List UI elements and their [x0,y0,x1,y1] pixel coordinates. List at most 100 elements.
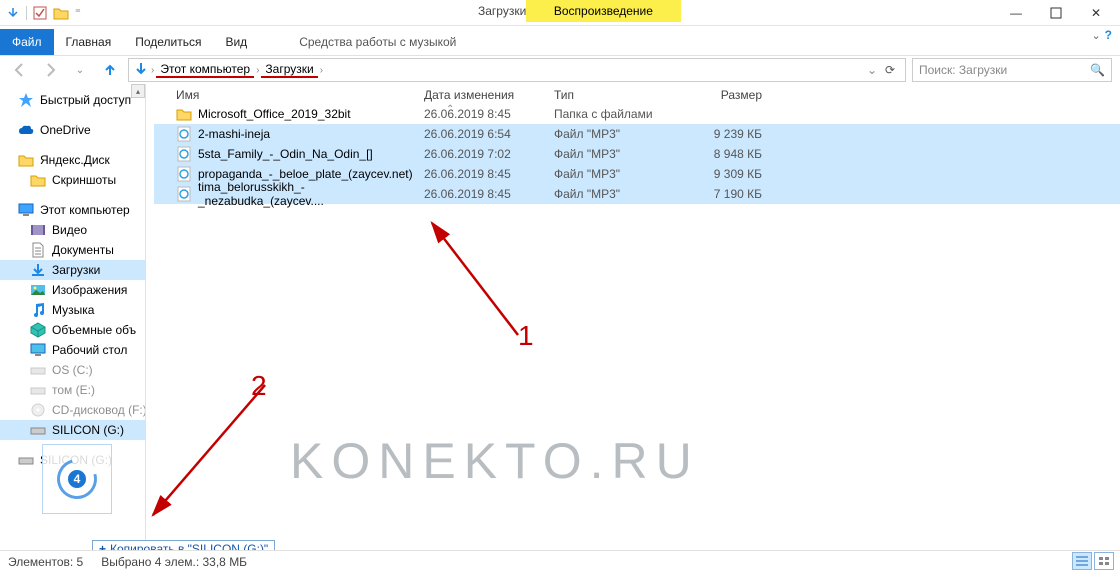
close-button[interactable]: ✕ [1076,0,1116,26]
breadcrumb-downloads[interactable]: Загрузки [261,62,317,78]
annotation-number-1: 1 [518,320,534,352]
file-type: Файл "MP3" [554,147,682,161]
nav-label: Быстрый доступ [40,93,131,107]
window-title: Загрузки [478,4,526,18]
refresh-button[interactable]: ⟳ [879,63,901,77]
cloud-icon [18,122,34,138]
nav-downloads[interactable]: Загрузки [0,260,145,280]
nav-label: Загрузки [52,263,100,277]
column-name[interactable]: Имя [176,88,424,102]
nav-scroll-up[interactable]: ▴ [131,84,145,98]
address-bar-row: ⌄ › Этот компьютер › Загрузки › ⌄ ⟳ Поис… [0,56,1120,84]
chevron-right-icon[interactable]: › [320,65,323,76]
ribbon-tabs: Файл Главная Поделиться Вид Средства раб… [0,26,1120,56]
view-icons-button[interactable] [1094,552,1114,570]
nav-forward-button[interactable] [38,58,62,82]
search-box[interactable]: Поиск: Загрузки 🔍 [912,58,1112,82]
nav-documents[interactable]: Документы [0,240,145,260]
nav-label: Видео [52,223,87,237]
view-details-button[interactable] [1072,552,1092,570]
file-type: Файл "MP3" [554,167,682,181]
breadcrumb-pc[interactable]: Этот компьютер [156,62,254,78]
contextual-tab-label: Воспроизведение [526,0,681,22]
file-row[interactable]: 2-mashi-ineja26.06.2019 6:54Файл "MP3"9 … [154,124,1120,144]
file-size: 7 190 КБ [682,187,762,201]
title-bar: ⁼ Воспроизведение Загрузки — ✕ [0,0,1120,26]
sort-indicator-icon: ⌃ [446,104,454,115]
checkbox-icon[interactable] [33,6,47,20]
drive-icon [30,382,46,398]
breadcrumb[interactable]: › Этот компьютер › Загрузки › ⌄ ⟳ [128,58,906,82]
nav-drive-c[interactable]: OS (C:) [0,360,145,380]
tab-music-tools[interactable]: Средства работы с музыкой [287,29,468,55]
nav-label: CD-дисковод (F:) [52,403,145,417]
nav-screenshots[interactable]: Скриншоты [0,170,145,190]
annotation-number-2: 2 [251,370,267,402]
nav-quick-access[interactable]: Быстрый доступ [0,90,145,110]
column-headers[interactable]: Имя Дата изменения Тип Размер [146,84,1120,104]
chevron-right-icon[interactable]: › [256,65,259,76]
nav-drive-silicon-target[interactable]: SILICON (G:) [0,420,145,440]
minimize-button[interactable]: — [996,0,1036,26]
monitor-icon [18,202,34,218]
nav-dvd-f[interactable]: CD-дисковод (F:) [0,400,145,420]
qat-overflow-icon[interactable]: ⁼ [75,6,81,19]
file-row[interactable]: 5sta_Family_-_Odin_Na_Odin_[] 26.06.2019 … [154,144,1120,164]
nav-drive-e[interactable]: том (E:) [0,380,145,400]
status-bar: Элементов: 5 Выбрано 4 элем.: 33,8 МБ [0,550,1120,572]
tab-home[interactable]: Главная [54,29,124,55]
disc-icon [30,402,46,418]
folder-icon [18,152,34,168]
chevron-down-icon[interactable]: ⌄ [1091,29,1100,42]
file-type: Папка с файлами [554,107,682,121]
nav-video[interactable]: Видео [0,220,145,240]
nav-music[interactable]: Музыка [0,300,145,320]
file-date: 26.06.2019 7:02 [424,147,554,161]
file-row[interactable]: Microsoft_Office_2019_32bit26.06.2019 8:… [154,104,1120,124]
music-icon [30,302,46,318]
file-date: 26.06.2019 8:45 [424,107,554,121]
file-type: Файл "MP3" [554,127,682,141]
status-item-count: Элементов: 5 [8,555,83,569]
quick-access-toolbar: ⁼ [0,0,87,25]
nav-desktop[interactable]: Рабочий стол [0,340,145,360]
tab-share[interactable]: Поделиться [123,29,213,55]
nav-3d-objects[interactable]: Объемные объ [0,320,145,340]
column-type[interactable]: Тип [554,88,682,102]
nav-this-pc[interactable]: Этот компьютер [0,200,145,220]
picture-icon [30,282,46,298]
tab-file[interactable]: Файл [0,29,54,55]
file-name: propaganda_-_beloe_plate_(zaycev.net) [198,167,413,181]
drag-count-badge: 4 [66,468,88,490]
nav-onedrive[interactable]: OneDrive [0,120,145,140]
down-arrow-icon[interactable] [6,6,20,20]
file-row[interactable]: tima_belorusskikh_-_nezabudka_(zaycev...… [154,184,1120,204]
search-icon[interactable]: 🔍 [1090,63,1105,77]
nav-label: Изображения [52,283,127,297]
download-icon [30,262,46,278]
file-name: 5sta_Family_-_Odin_Na_Odin_[] [198,147,373,161]
file-size: 9 309 КБ [682,167,762,181]
nav-pictures[interactable]: Изображения [0,280,145,300]
nav-label: Рабочий стол [52,343,127,357]
maximize-button[interactable] [1036,0,1076,26]
nav-recent-button[interactable]: ⌄ [68,58,92,82]
nav-yandex-disk[interactable]: Яндекс.Диск [0,150,145,170]
nav-label: Документы [52,243,114,257]
nav-label: Яндекс.Диск [40,153,110,167]
nav-back-button[interactable] [8,58,32,82]
chevron-right-icon[interactable]: › [151,65,154,76]
address-dropdown-icon[interactable]: ⌄ [867,63,877,77]
nav-up-button[interactable] [98,58,122,82]
down-arrow-icon[interactable] [133,61,149,80]
folder-icon[interactable] [53,6,69,20]
desktop-icon [30,342,46,358]
tab-view[interactable]: Вид [213,29,259,55]
column-size[interactable]: Размер [682,88,762,102]
column-date[interactable]: Дата изменения [424,88,554,102]
help-icon[interactable]: ? [1105,28,1112,42]
nav-label: том (E:) [52,383,95,397]
watermark-text: KONEKTO.RU [290,432,700,490]
file-date: 26.06.2019 8:45 [424,167,554,181]
file-name: tima_belorusskikh_-_nezabudka_(zaycev...… [198,180,424,208]
